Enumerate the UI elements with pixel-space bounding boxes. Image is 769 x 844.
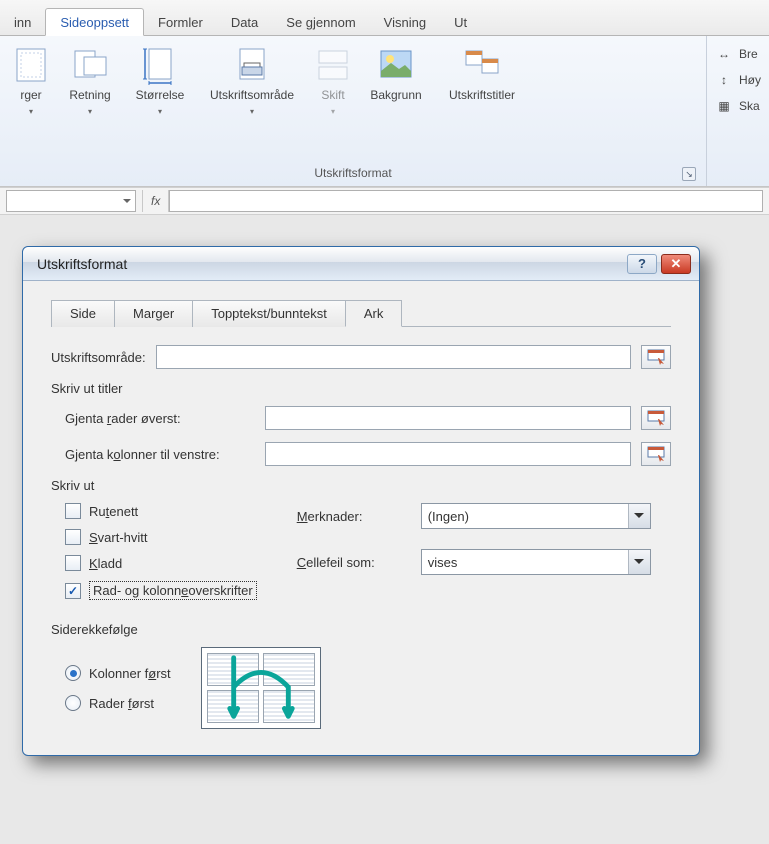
draft-checkbox-row[interactable]: Kladd: [65, 555, 257, 571]
ribbon-body: rger▾ Retning▾ Størrelse▾: [0, 36, 769, 186]
checkbox-icon: [65, 583, 81, 599]
tab-margins[interactable]: Marger: [114, 300, 193, 327]
ribbon-tab-data[interactable]: Data: [217, 9, 272, 35]
size-button[interactable]: Størrelse▾: [124, 40, 196, 160]
height-icon: ↕: [715, 72, 733, 88]
orientation-button[interactable]: Retning▾: [58, 40, 122, 160]
down-then-over-label: Kolonner først: [89, 666, 171, 681]
print-titles-icon: [462, 45, 502, 85]
background-button[interactable]: Bakgrunn: [360, 40, 432, 160]
range-selector-icon: [647, 410, 665, 426]
background-icon: [376, 45, 416, 85]
print-section-label: Skriv ut: [51, 478, 671, 493]
cell-errors-row: Cellefeil som: vises: [297, 549, 651, 575]
print-area-icon: [232, 45, 272, 85]
repeat-cols-row: Gjenta kolonner til venstre:: [65, 442, 671, 466]
headings-checkbox-row[interactable]: Rad- og kolonneoverskrifter: [65, 581, 257, 600]
tab-page[interactable]: Side: [51, 300, 115, 327]
breaks-button[interactable]: Skift▾: [308, 40, 358, 160]
range-selector-icon: [647, 349, 665, 365]
ribbon-group-label: Utskriftsformat ↘: [6, 164, 700, 184]
down-then-over-radio[interactable]: Kolonner først: [65, 665, 171, 681]
range-selector-icon: [647, 446, 665, 462]
ribbon-tab-review[interactable]: Se gjennom: [272, 9, 369, 35]
gridlines-checkbox-row[interactable]: Rutenett: [65, 503, 257, 519]
comments-label: Merknader:: [297, 509, 407, 524]
page-order-preview: [201, 647, 321, 729]
ribbon-tabs: inn Sideoppsett Formler Data Se gjennom …: [0, 0, 769, 36]
orientation-icon: [70, 45, 110, 85]
dialog-titlebar: Utskriftsformat ? ✕: [23, 247, 699, 281]
ribbon-scale-group: ↔Bre ↕Høy ▦Ska: [707, 36, 769, 186]
margins-button[interactable]: rger▾: [6, 40, 56, 160]
scale-percent-row[interactable]: ▦Ska: [715, 98, 761, 114]
size-icon: [140, 45, 180, 85]
over-then-down-label: Rader først: [89, 696, 154, 711]
headings-label: Rad- og kolonneoverskrifter: [89, 581, 257, 600]
dialog-tabs: Side Marger Topptekst/bunntekst Ark: [51, 299, 671, 327]
fx-label[interactable]: fx: [142, 190, 169, 212]
print-area-row: Utskriftsområde:: [51, 345, 671, 369]
range-selector-button-rows[interactable]: [641, 406, 671, 430]
over-then-down-radio[interactable]: Rader først: [65, 695, 171, 711]
dialog-title: Utskriftsformat: [37, 256, 623, 272]
width-icon: ↔: [715, 46, 733, 62]
bw-label: Svart-hvitt: [89, 530, 148, 545]
bw-checkbox-row[interactable]: Svart-hvitt: [65, 529, 257, 545]
draft-label: Kladd: [89, 556, 122, 571]
close-button[interactable]: ✕: [661, 254, 691, 274]
repeat-rows-row: Gjenta rader øverst:: [65, 406, 671, 430]
page-setup-dialog: Utskriftsformat ? ✕ Side Marger Toppteks…: [22, 246, 700, 756]
print-area-label: Utskriftsområde:: [51, 350, 146, 365]
breaks-icon: [313, 45, 353, 85]
chevron-down-icon: [628, 504, 650, 528]
repeat-cols-label: Gjenta kolonner til venstre:: [65, 447, 255, 462]
help-button[interactable]: ?: [627, 254, 657, 274]
ribbon-tab-formulas[interactable]: Formler: [144, 9, 217, 35]
checkbox-icon: [65, 555, 81, 571]
print-area-input[interactable]: [156, 345, 631, 369]
radio-icon: [65, 665, 81, 681]
range-selector-button[interactable]: [641, 345, 671, 369]
ribbon-group-page-setup: rger▾ Retning▾ Størrelse▾: [0, 36, 707, 186]
ribbon-tab-developer[interactable]: Ut: [440, 9, 481, 35]
name-box[interactable]: [6, 190, 136, 212]
scale-width-row[interactable]: ↔Bre: [715, 46, 761, 62]
print-titles-label: Skriv ut titler: [51, 381, 671, 396]
checkbox-icon: [65, 529, 81, 545]
gridlines-label: Rutenett: [89, 504, 138, 519]
dialog-launcher-icon[interactable]: ↘: [682, 167, 696, 181]
comments-row: Merknader: (Ingen): [297, 503, 651, 529]
formula-bar: fx: [0, 187, 769, 215]
checkbox-icon: [65, 503, 81, 519]
comments-combo[interactable]: (Ingen): [421, 503, 651, 529]
page-order-label: Siderekkefølge: [51, 622, 671, 637]
cell-errors-label: Cellefeil som:: [297, 555, 407, 570]
chevron-down-icon: [628, 550, 650, 574]
cell-errors-combo[interactable]: vises: [421, 549, 651, 575]
scale-icon: ▦: [715, 98, 733, 114]
scale-height-row[interactable]: ↕Høy: [715, 72, 761, 88]
print-titles-button[interactable]: Utskriftstitler: [434, 40, 530, 160]
ribbon-tab-page-layout[interactable]: Sideoppsett: [45, 8, 144, 36]
ribbon-tab-view[interactable]: Visning: [370, 9, 440, 35]
tab-sheet[interactable]: Ark: [345, 300, 403, 327]
repeat-cols-input[interactable]: [265, 442, 631, 466]
formula-input[interactable]: [169, 190, 763, 212]
repeat-rows-label: Gjenta rader øverst:: [65, 411, 255, 426]
radio-icon: [65, 695, 81, 711]
range-selector-button-cols[interactable]: [641, 442, 671, 466]
ribbon-tab-insert[interactable]: inn: [0, 9, 45, 35]
print-area-button[interactable]: Utskriftsområde▾: [198, 40, 306, 160]
tab-header-footer[interactable]: Topptekst/bunntekst: [192, 300, 346, 327]
ribbon: inn Sideoppsett Formler Data Se gjennom …: [0, 0, 769, 187]
margins-icon: [11, 45, 51, 85]
repeat-rows-input[interactable]: [265, 406, 631, 430]
